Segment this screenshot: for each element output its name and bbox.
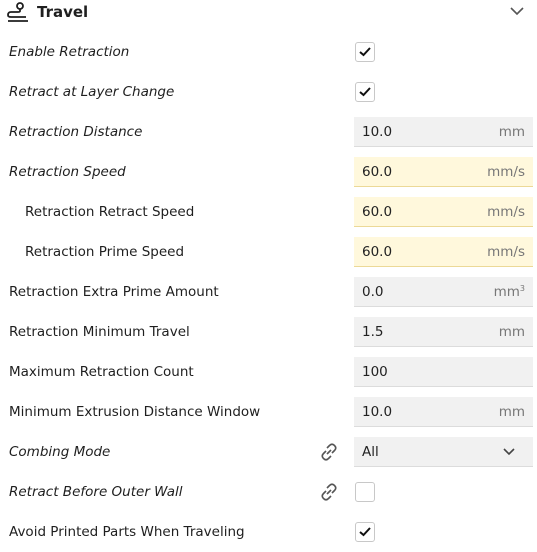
field-unit: mm/s: [487, 204, 525, 220]
setting-row-retract-at-layer-change: Retract at Layer Change: [0, 72, 537, 112]
retraction-extra-prime-amount-input[interactable]: 0.0 mm3: [354, 277, 533, 307]
field-value: 10.0: [362, 124, 393, 140]
avoid-printed-parts-checkbox[interactable]: [355, 522, 375, 542]
field-value: 60.0: [362, 244, 393, 260]
setting-row-avoid-printed-parts: Avoid Printed Parts When Traveling: [0, 512, 537, 552]
field-value: 100: [362, 364, 388, 380]
retraction-minimum-travel-input[interactable]: 1.5 mm: [354, 317, 533, 347]
link-icon[interactable]: [318, 482, 340, 502]
setting-row-maximum-retraction-count: Maximum Retraction Count 100: [0, 352, 537, 392]
section-title: Travel: [37, 3, 89, 21]
field-unit: mm: [498, 404, 525, 420]
setting-label: Retraction Prime Speed: [25, 244, 185, 260]
maximum-retraction-count-input[interactable]: 100: [354, 357, 533, 387]
travel-icon: [7, 2, 28, 22]
field-unit-base: mm: [493, 284, 520, 300]
retraction-prime-speed-input[interactable]: 60.0 mm/s: [354, 237, 533, 267]
field-value: 10.0: [362, 404, 393, 420]
chevron-down-icon: [503, 448, 515, 456]
checkmark-icon: [359, 87, 371, 97]
field-unit: mm: [498, 124, 525, 140]
setting-label: Retraction Minimum Travel: [9, 324, 190, 340]
setting-row-retract-before-outer-wall: Retract Before Outer Wall: [0, 472, 537, 512]
setting-row-retraction-minimum-travel: Retraction Minimum Travel 1.5 mm: [0, 312, 537, 352]
retract-before-outer-wall-checkbox[interactable]: [355, 482, 375, 502]
setting-row-retraction-extra-prime-amount: Retraction Extra Prime Amount 0.0 mm3: [0, 272, 537, 312]
field-value: 60.0: [362, 204, 393, 220]
select-value: All: [362, 444, 379, 460]
field-value: 0.0: [362, 284, 384, 300]
chevron-down-icon[interactable]: [509, 5, 525, 17]
setting-label: Combing Mode: [9, 444, 111, 460]
setting-label: Retraction Extra Prime Amount: [9, 284, 219, 300]
setting-row-retraction-retract-speed: Retraction Retract Speed 60.0 mm/s: [0, 192, 537, 232]
setting-label: Retraction Speed: [9, 164, 126, 180]
setting-label: Retraction Retract Speed: [25, 204, 195, 220]
retraction-retract-speed-input[interactable]: 60.0 mm/s: [354, 197, 533, 227]
setting-row-retraction-speed: Retraction Speed 60.0 mm/s: [0, 152, 537, 192]
field-value: 60.0: [362, 164, 393, 180]
setting-label: Retract Before Outer Wall: [9, 484, 183, 500]
minimum-extrusion-distance-window-input[interactable]: 10.0 mm: [354, 397, 533, 427]
checkmark-icon: [359, 47, 371, 57]
setting-row-minimum-extrusion-distance-window: Minimum Extrusion Distance Window 10.0 m…: [0, 392, 537, 432]
setting-label: Retraction Distance: [9, 124, 143, 140]
field-unit: mm: [498, 324, 525, 340]
retraction-speed-input[interactable]: 60.0 mm/s: [354, 157, 533, 187]
setting-row-enable-retraction: Enable Retraction: [0, 32, 537, 72]
checkmark-icon: [359, 527, 371, 537]
enable-retraction-checkbox[interactable]: [355, 42, 375, 62]
setting-label: Retract at Layer Change: [9, 84, 175, 100]
retract-at-layer-change-checkbox[interactable]: [355, 82, 375, 102]
link-icon[interactable]: [318, 442, 340, 462]
setting-label: Avoid Printed Parts When Traveling: [9, 524, 245, 540]
setting-row-retraction-prime-speed: Retraction Prime Speed 60.0 mm/s: [0, 232, 537, 272]
setting-label: Enable Retraction: [9, 44, 130, 60]
setting-row-combing-mode: Combing Mode All: [0, 432, 537, 472]
field-value: 1.5: [362, 324, 384, 340]
combing-mode-select[interactable]: All: [354, 437, 533, 467]
setting-row-retraction-distance: Retraction Distance 10.0 mm: [0, 112, 537, 152]
field-unit-exponent: 3: [519, 284, 525, 293]
setting-label: Maximum Retraction Count: [9, 364, 194, 380]
field-unit: mm/s: [487, 244, 525, 260]
field-unit: mm3: [494, 277, 525, 307]
field-unit: mm/s: [487, 164, 525, 180]
section-header-travel[interactable]: Travel: [0, 0, 537, 24]
retraction-distance-input[interactable]: 10.0 mm: [354, 117, 533, 147]
setting-label: Minimum Extrusion Distance Window: [9, 404, 261, 420]
